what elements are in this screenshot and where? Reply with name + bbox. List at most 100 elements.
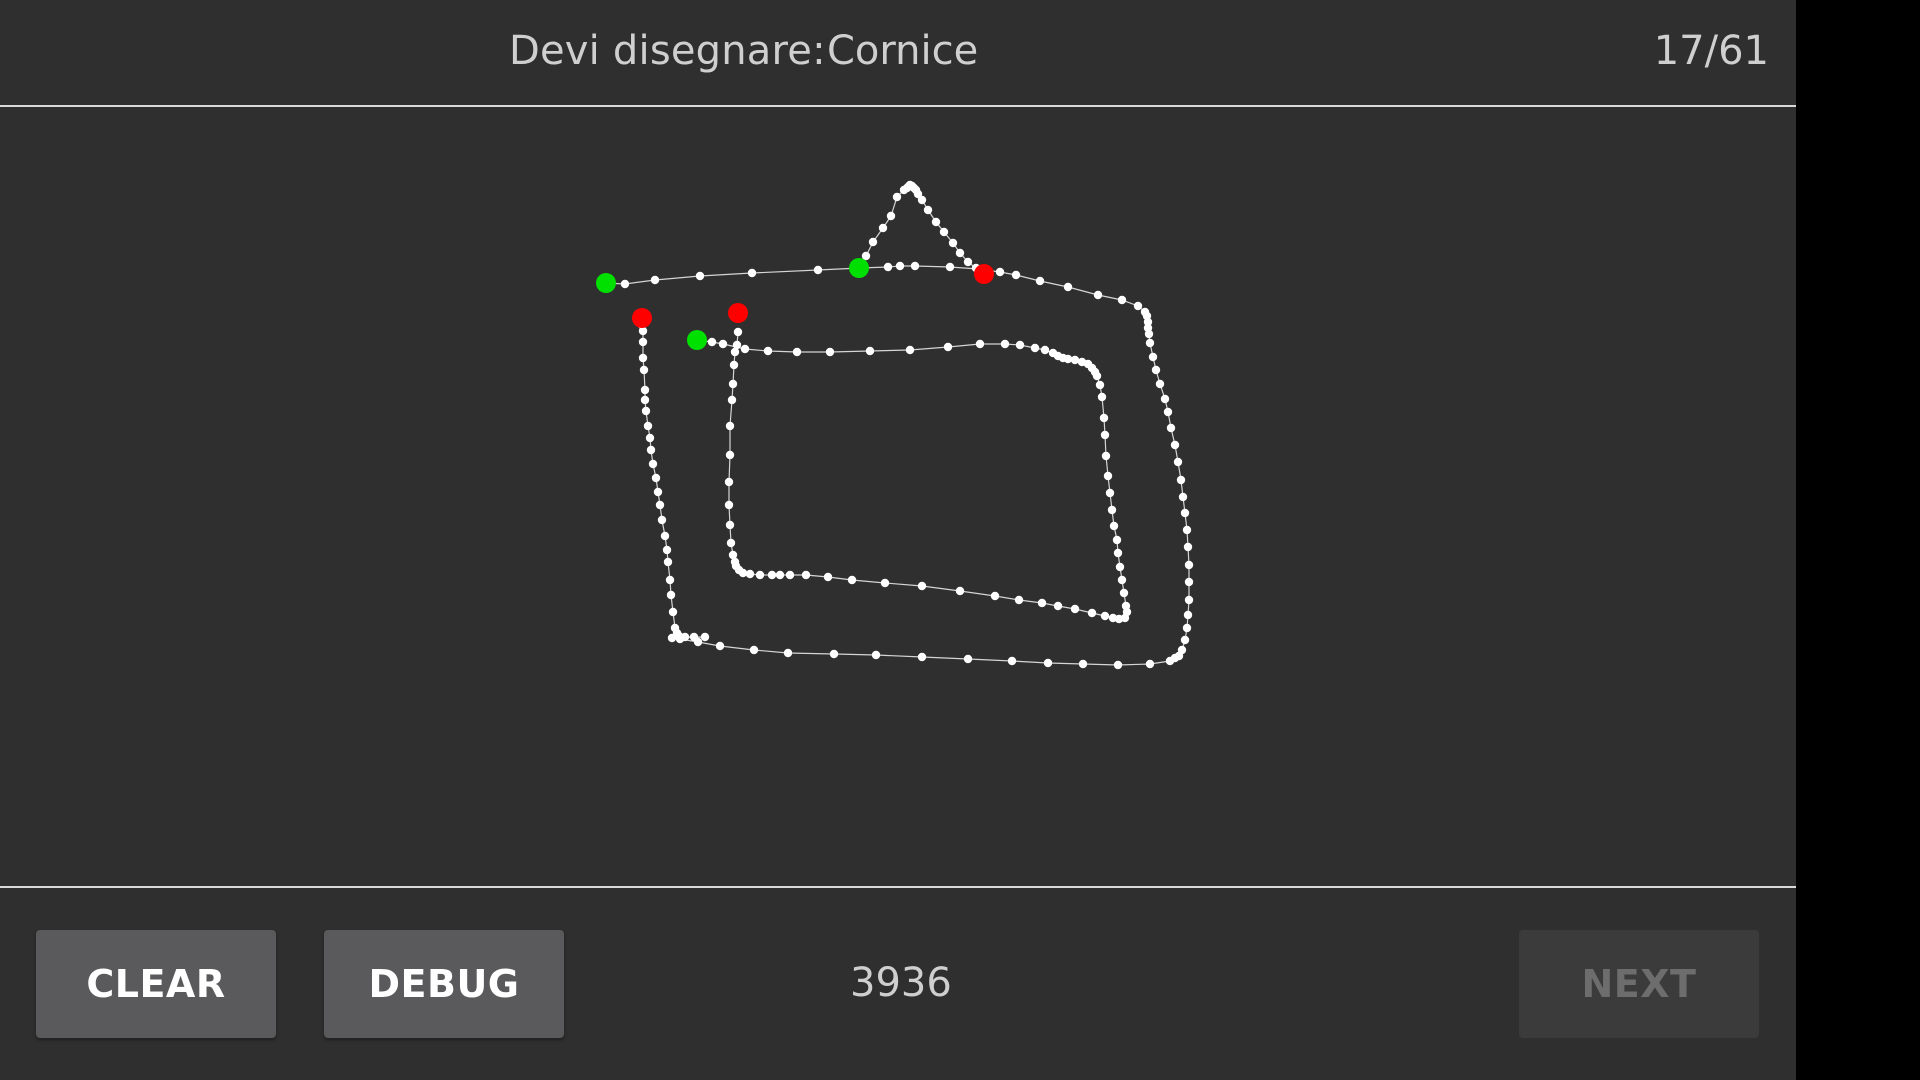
stroke-point [865,346,875,356]
stroke-point [620,279,630,289]
stroke-point [1108,613,1118,623]
stroke-point [1155,379,1165,389]
stroke-point [895,261,905,271]
stroke-point [646,445,656,455]
stroke-point [1087,608,1097,618]
stroke-point [1183,610,1193,620]
stroke-point [1015,340,1025,350]
stroke-point [1093,290,1103,300]
stroke-point [1070,604,1080,614]
stroke-point [689,632,699,642]
footer-divider [0,886,1796,888]
stroke-point [1030,343,1040,353]
app-screen: Devi disegnare: Cornice 17/61 CLEAR DEBU… [0,0,1796,1080]
drawing-svg [596,180,1194,670]
stroke-point [725,421,735,431]
stroke-point [948,238,958,248]
stroke-point [1053,601,1063,611]
stroke-point [905,345,915,355]
stroke-line [605,265,1190,666]
stroke-point [639,365,649,375]
stroke-point [1011,270,1021,280]
stroke-point [767,570,777,580]
stroke-point [1100,611,1110,621]
stroke-point [1117,295,1127,305]
stroke-point [1144,329,1154,339]
stroke-point [700,632,710,642]
stroke-point [695,271,705,281]
stroke-point [640,385,650,395]
stroke-point [792,347,802,357]
stroke-point [733,327,743,337]
stroke-point [825,347,835,357]
stroke-end-marker [728,303,748,323]
stroke-point [931,217,941,227]
stroke-point [1151,365,1161,375]
stroke-point [1133,301,1143,311]
stroke-point [1176,475,1186,485]
stroke-point [1184,577,1194,587]
stroke-point [727,395,737,405]
stroke-point [1095,380,1105,390]
debug-button[interactable]: DEBUG [324,930,564,1038]
stroke-point [1182,525,1192,535]
next-button[interactable]: NEXT [1519,930,1759,1038]
stroke-point [668,607,678,617]
stroke-point [1103,471,1113,481]
stroke-point [1180,635,1190,645]
stroke-start-marker [849,258,869,278]
stroke-point [1040,345,1050,355]
stroke-point [662,545,672,555]
stroke-start-marker [687,330,707,350]
stroke-point [871,650,881,660]
stroke-point [1119,588,1129,598]
stroke-point [640,395,650,405]
stroke-end-marker [974,264,994,284]
stroke-point [880,578,890,588]
drawing-canvas[interactable] [0,107,1796,886]
stroke-point [939,227,949,237]
stroke-point [963,257,973,267]
stroke-point [725,450,735,460]
stroke-point [728,379,738,389]
stroke-point [763,346,773,356]
stroke-point [718,339,728,349]
stroke-point [1145,659,1155,669]
stroke-point [1184,560,1194,570]
stroke-point [1063,282,1073,292]
stroke-point [726,538,736,548]
stroke-point [1173,457,1183,467]
stroke-point [747,268,757,278]
stroke-point [663,557,673,567]
stroke-outer-frame [601,261,1194,670]
stroke-point [1166,423,1176,433]
stroke-point [910,261,920,271]
stroke-point [755,570,765,580]
stroke-point [648,459,658,469]
stroke-point [650,275,660,285]
stroke-point [892,192,902,202]
stroke-point [785,570,795,580]
stroke-point [1148,352,1158,362]
stroke-point [847,575,857,585]
side-black-bar [1796,0,1920,1080]
stroke-point [1043,658,1053,668]
stroke-point [801,570,811,580]
clear-button[interactable]: CLEAR [36,930,276,1038]
stroke-point [783,648,793,658]
stroke-point [990,591,1000,601]
stroke-point [666,590,676,600]
stroke-point [878,223,888,233]
stroke-point [955,586,965,596]
stroke-point [1180,508,1190,518]
stroke-triangle-hanger [854,180,989,279]
stroke-point [724,500,734,510]
stroke-point [1078,659,1088,669]
stroke-point [1145,338,1155,348]
stroke-point [963,654,973,664]
stroke-point [1160,394,1170,404]
stroke-point [1092,371,1102,381]
stroke-inner-frame [692,327,1132,624]
stroke-point [1107,505,1117,515]
stroke-point [749,645,759,655]
